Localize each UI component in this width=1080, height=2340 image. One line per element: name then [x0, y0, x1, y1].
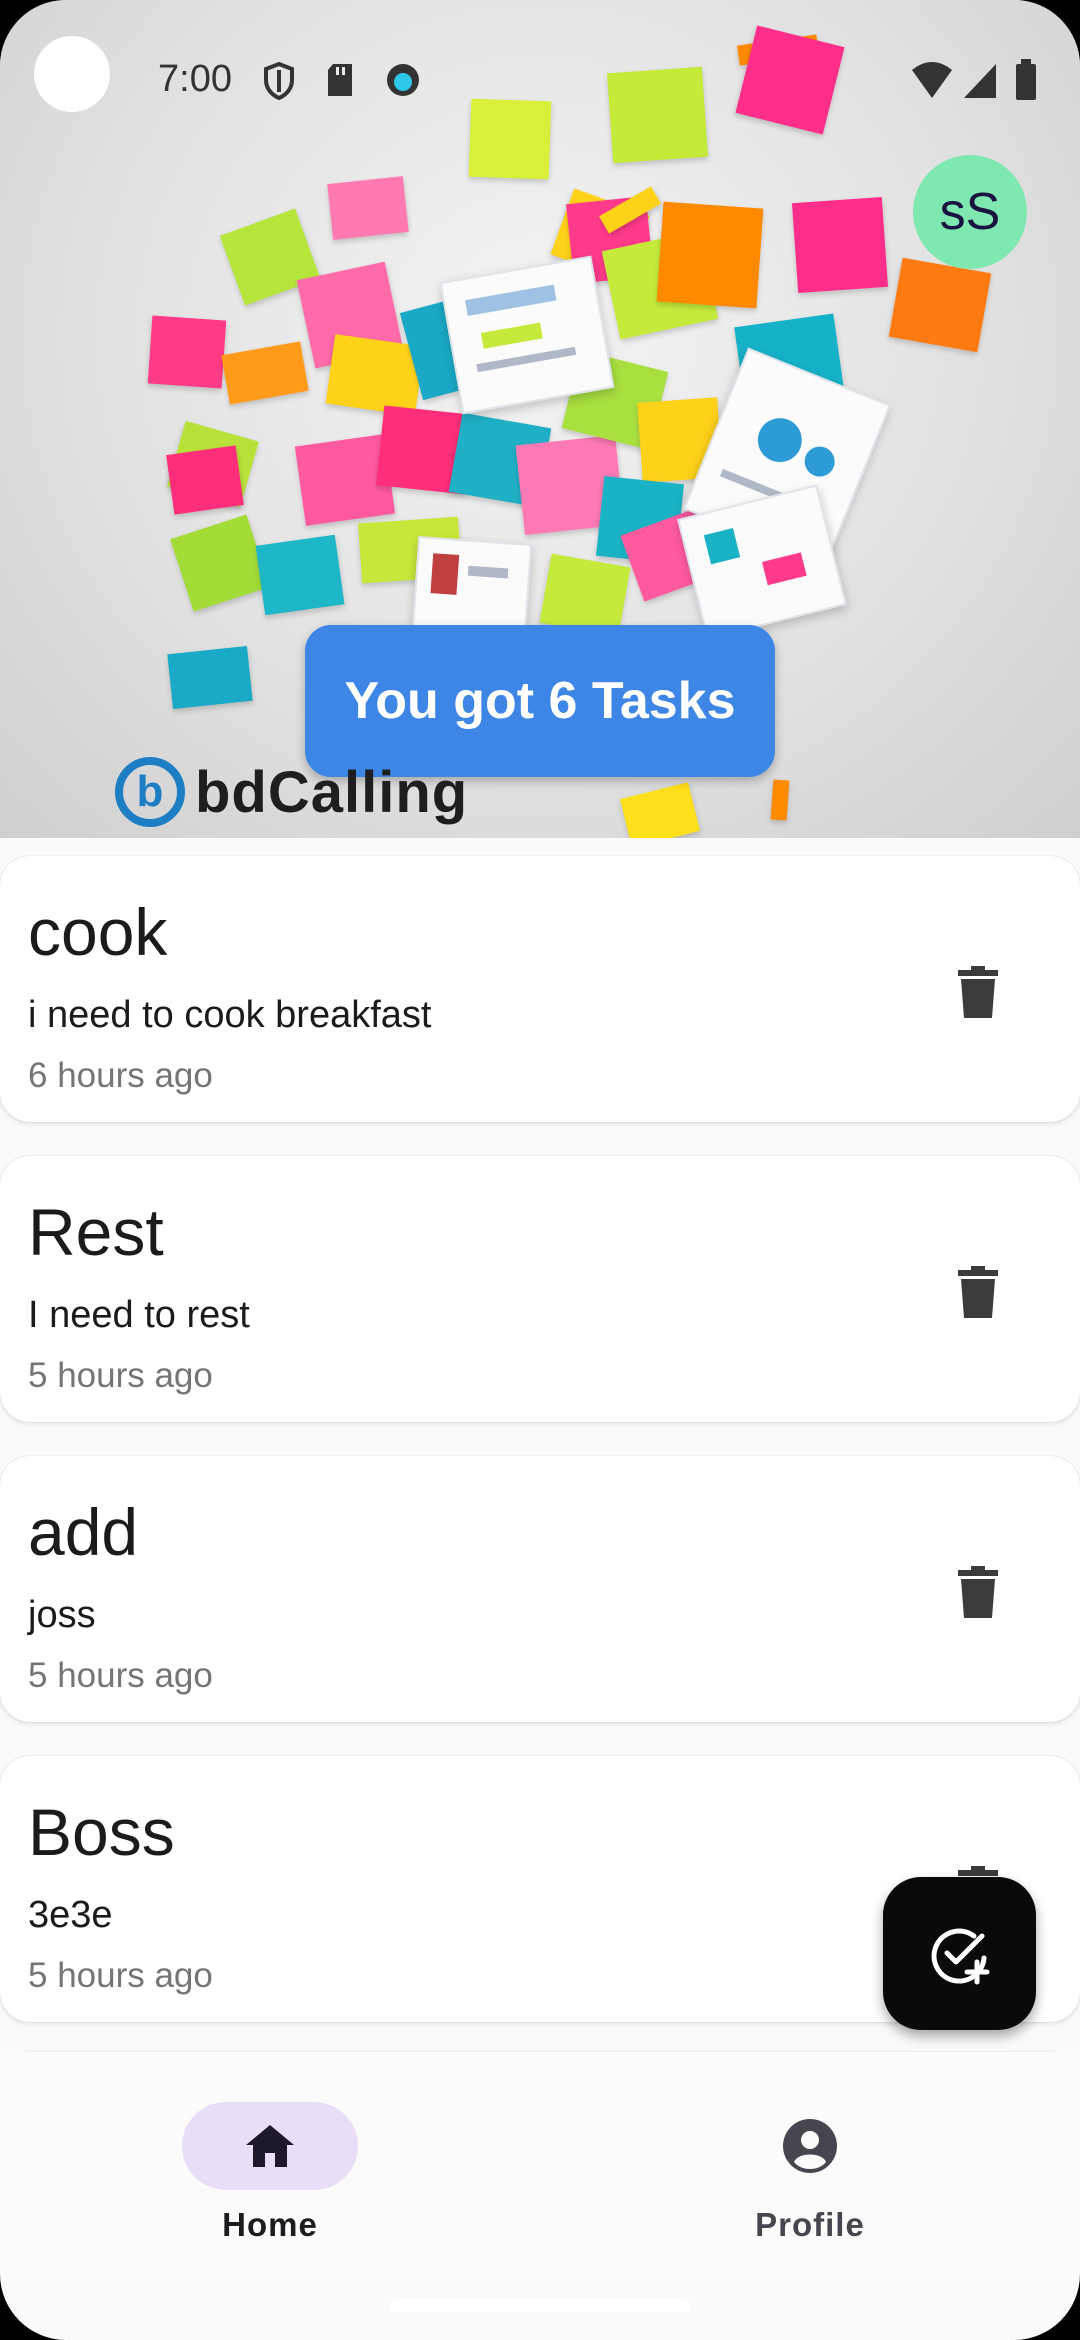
gesture-handle[interactable]: [390, 2300, 690, 2312]
sticky-note: [167, 645, 253, 710]
task-time: 5 hours ago: [28, 1356, 213, 1395]
nav-label: Profile: [755, 2206, 865, 2243]
sticky-note: [147, 315, 227, 389]
sticky-note: [539, 553, 631, 637]
nav-indicator: [182, 2102, 358, 2190]
brand-mark: b: [115, 757, 185, 827]
sticky-note: [770, 779, 790, 821]
task-title: add: [28, 1495, 139, 1569]
task-card[interactable]: add joss 5 hours ago: [0, 1456, 1080, 1722]
status-time: 7:00: [158, 58, 232, 100]
diagram-sheet: [411, 536, 533, 638]
brand-name: bdCalling: [195, 759, 469, 825]
status-bar: 7:00: [0, 0, 1080, 150]
diagram-sheet: [439, 255, 615, 415]
task-time: 5 hours ago: [28, 1656, 213, 1695]
task-time: 6 hours ago: [28, 1056, 213, 1095]
add-task-button[interactable]: [883, 1877, 1036, 2030]
sticky-note: [888, 257, 992, 353]
sticky-note: [221, 341, 309, 405]
task-title: Boss: [28, 1795, 175, 1869]
sd-card-icon: [328, 64, 352, 96]
delete-icon[interactable]: [958, 966, 998, 1018]
sticky-note: [656, 201, 764, 309]
nav-indicator: [722, 2102, 898, 2190]
task-description: joss: [28, 1594, 96, 1636]
wifi-icon: [912, 62, 952, 98]
task-description: i need to cook breakfast: [28, 994, 432, 1036]
account-circle-icon: [783, 2119, 837, 2173]
nav-label: Home: [222, 2206, 318, 2243]
home-icon: [246, 2125, 294, 2167]
brand-logo: b bdCalling: [115, 752, 468, 832]
shield-icon: [264, 62, 294, 100]
task-title: Rest: [28, 1195, 164, 1269]
add-task-icon: [931, 1928, 989, 1984]
delete-icon[interactable]: [958, 1566, 998, 1618]
task-card[interactable]: cook i need to cook breakfast 6 hours ag…: [0, 856, 1080, 1122]
nav-item-home[interactable]: Home: [160, 2102, 380, 2244]
sticky-note: [327, 176, 409, 240]
user-avatar[interactable]: sS: [913, 155, 1027, 269]
bottom-navigation: Home Profile: [0, 2052, 1080, 2274]
task-title: cook: [28, 895, 168, 969]
task-description: I need to rest: [28, 1294, 250, 1336]
app-screen: 7:00 sS You got 6 Tasks b bdCalling cook…: [0, 0, 1080, 2340]
camera-cutout: [34, 36, 110, 112]
sticky-note: [170, 514, 270, 612]
sticky-note: [255, 534, 345, 616]
app-notification-icon: [387, 64, 419, 96]
signal-icon: [964, 64, 996, 98]
sticky-note: [619, 782, 701, 838]
task-time: 5 hours ago: [28, 1956, 213, 1995]
battery-icon: [1016, 64, 1036, 100]
task-description: 3e3e: [28, 1894, 113, 1936]
sticky-note: [166, 445, 244, 515]
task-card[interactable]: Rest I need to rest 5 hours ago: [0, 1156, 1080, 1422]
system-status-icons: [912, 59, 1036, 100]
delete-icon[interactable]: [958, 1266, 998, 1318]
nav-item-profile[interactable]: Profile: [700, 2102, 920, 2244]
sticky-note: [791, 196, 889, 294]
